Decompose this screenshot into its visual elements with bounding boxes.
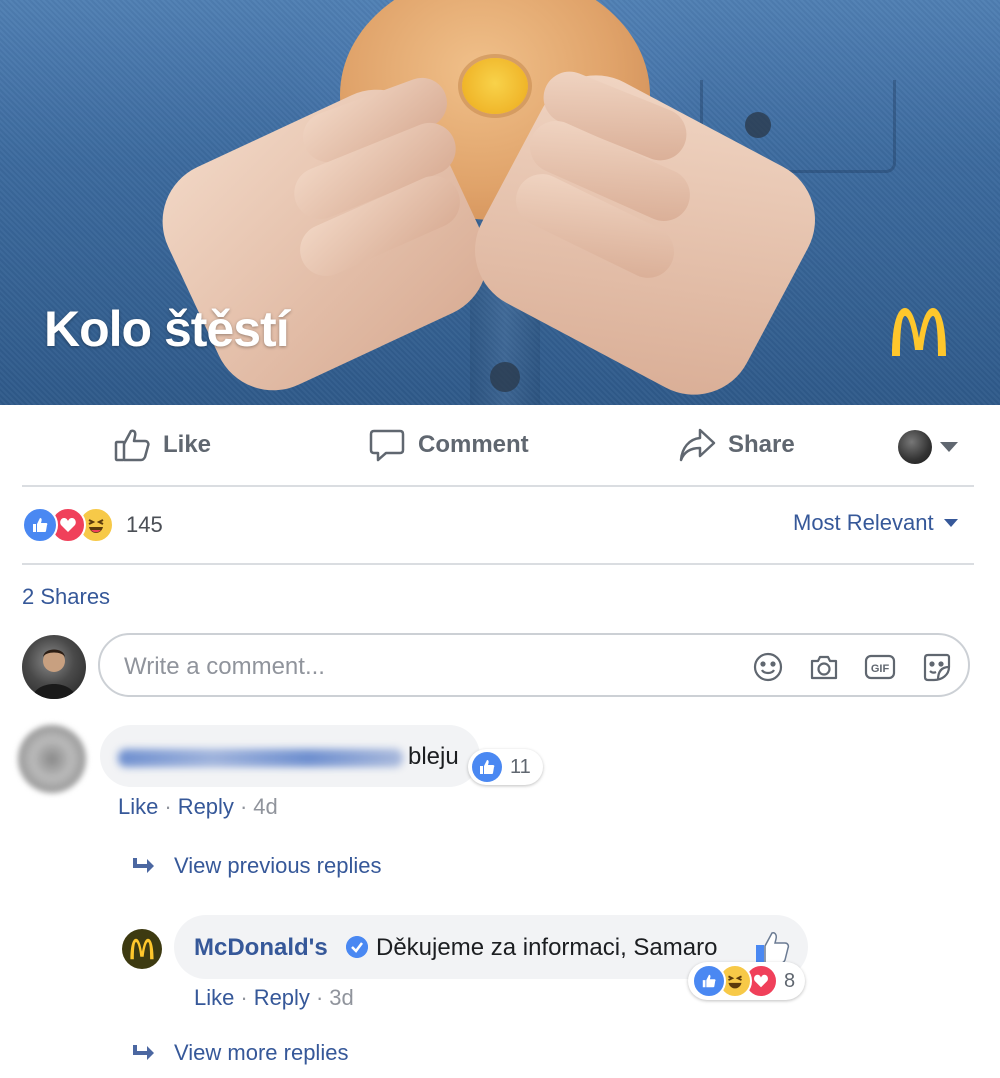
chevron-down-icon[interactable] — [940, 442, 958, 452]
comment-meta: Like · Reply · 4d — [118, 794, 278, 820]
reply-arrow-icon — [133, 1045, 154, 1060]
reply-reaction-count: 8 — [784, 969, 796, 992]
shirt-button — [490, 362, 520, 392]
reply-meta: Like · Reply · 3d — [194, 985, 354, 1011]
reply-reply-link[interactable]: Reply — [254, 985, 310, 1011]
image-title: Kolo štěstí — [44, 301, 290, 357]
comment-input[interactable] — [122, 647, 726, 687]
like-reaction-icon — [692, 964, 726, 998]
verified-badge-icon — [346, 936, 368, 958]
reply-author[interactable]: McDonald's — [194, 934, 328, 962]
thumbs-up-emoji-icon — [756, 932, 790, 964]
share-button[interactable]: Share — [678, 425, 795, 465]
comment-reply-link[interactable]: Reply — [178, 794, 234, 820]
reactions-summary[interactable]: 145 — [22, 507, 163, 543]
like-label: Like — [163, 431, 212, 458]
mcdonalds-logo-icon — [130, 938, 154, 960]
comment-time[interactable]: 4d — [253, 794, 277, 820]
divider — [22, 485, 974, 487]
egg-yolk — [462, 58, 528, 114]
shares-link[interactable]: 2 Shares — [22, 584, 110, 610]
mcdonalds-logo-icon — [892, 308, 946, 356]
reply-like-link[interactable]: Like — [194, 985, 234, 1011]
reply-arrow-icon — [133, 858, 154, 873]
sticker-icon[interactable] — [920, 651, 952, 683]
share-label: Share — [728, 431, 795, 458]
comment-composer: GIF — [98, 633, 970, 697]
mcdonalds-avatar[interactable] — [122, 929, 162, 969]
share-arrow-icon — [679, 428, 716, 462]
comment-reactions[interactable]: 11 — [468, 749, 543, 785]
divider — [22, 563, 974, 565]
sort-label: Most Relevant — [793, 510, 934, 535]
comment-icon — [369, 429, 405, 462]
view-more-replies-label: View more replies — [174, 1040, 349, 1065]
separator: · — [239, 794, 248, 819]
view-previous-replies-link[interactable]: View previous replies — [130, 853, 381, 879]
comment-text: bleju — [408, 743, 459, 770]
comment-like-link[interactable]: Like — [118, 794, 158, 820]
like-reaction-icon — [472, 752, 502, 782]
reply-text: Děkujeme za informaci, Samaro — [376, 934, 718, 961]
reply-reactions[interactable]: 8 — [688, 962, 806, 1000]
commenter-name-blurred[interactable] — [118, 749, 403, 767]
camera-icon[interactable] — [808, 651, 840, 683]
comment-button[interactable]: Comment — [368, 425, 529, 465]
reaction-count: 145 — [126, 512, 163, 537]
post-as-avatar[interactable] — [898, 430, 932, 464]
post-image[interactable]: Kolo štěstí — [0, 0, 1000, 405]
reply-time[interactable]: 3d — [329, 985, 353, 1011]
gif-icon[interactable]: GIF — [864, 651, 896, 683]
post-action-bar: Like Comment Share — [0, 405, 1000, 485]
like-button[interactable]: Like — [113, 425, 211, 465]
comment-like-count: 11 — [510, 755, 531, 778]
emoji-icon[interactable] — [752, 651, 784, 683]
shirt-button — [745, 112, 771, 138]
comment-label: Comment — [418, 431, 529, 458]
svg-text:GIF: GIF — [871, 663, 890, 675]
separator: · — [315, 985, 324, 1010]
commenter-avatar[interactable] — [18, 725, 86, 793]
like-reaction-icon — [22, 507, 58, 543]
view-more-replies-link[interactable]: View more replies — [130, 1040, 348, 1066]
current-user-avatar — [22, 635, 86, 699]
comment-bubble: bleju — [100, 725, 480, 787]
comment-sort-dropdown[interactable]: Most Relevant — [793, 510, 958, 536]
separator: · — [164, 794, 172, 819]
separator: · — [240, 985, 248, 1010]
thumbs-up-icon — [114, 429, 150, 462]
caret-down-icon — [943, 519, 958, 527]
view-previous-replies-label: View previous replies — [174, 853, 382, 878]
